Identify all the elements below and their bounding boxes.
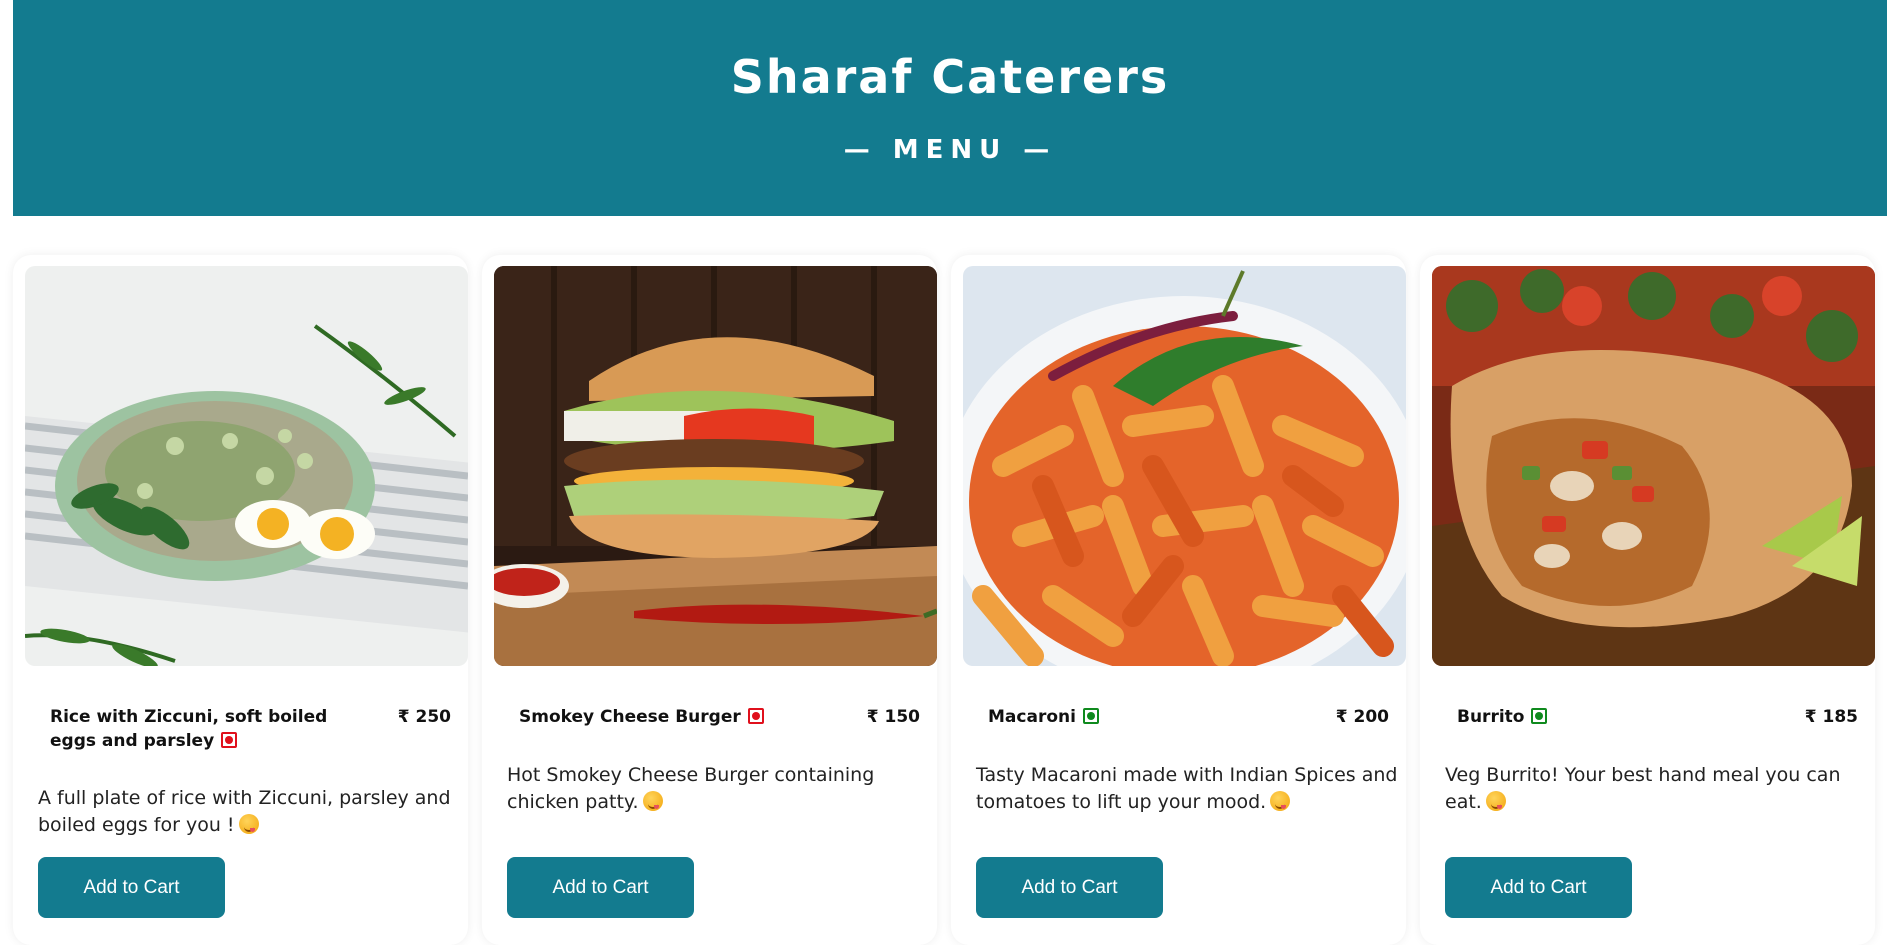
yum-emoji-icon: [238, 814, 259, 834]
veg-icon: [1531, 708, 1548, 724]
menu-card-burger: Smokey Cheese Burger ₹ 150 Hot Smokey Ch…: [482, 255, 937, 945]
item-price: ₹ 185: [1804, 707, 1858, 727]
add-to-cart-button[interactable]: Add to Cart: [1445, 857, 1632, 918]
yum-emoji-icon: [642, 791, 663, 811]
pasta-photo: [963, 266, 1406, 666]
menu-card-burrito: Burrito ₹ 185 Veg Burrito! Your best han…: [1420, 255, 1875, 945]
item-name: Smokey Cheese Burger: [519, 705, 819, 729]
menu-cards: Rice with Ziccuni, soft boiled eggs and …: [13, 255, 1887, 945]
site-title: Sharaf Caterers: [730, 50, 1170, 104]
menu-heading: — MENU —: [843, 135, 1057, 165]
rice-bowl-photo: [25, 266, 468, 666]
item-description: Hot Smokey Cheese Burger containing chic…: [507, 764, 875, 813]
add-to-cart-button[interactable]: Add to Cart: [976, 857, 1163, 918]
item-description: A full plate of rice with Ziccuni, parsl…: [38, 787, 451, 836]
burrito-photo: [1432, 266, 1875, 666]
menu-card-macaroni: Macaroni ₹ 200 Tasty Macaroni made with …: [951, 255, 1406, 945]
site-header: Sharaf Caterers — MENU —: [13, 0, 1887, 216]
veg-icon: [1082, 708, 1099, 724]
non-veg-icon: [747, 708, 764, 724]
item-name: Macaroni: [988, 705, 1288, 729]
item-name: Rice with Ziccuni, soft boiled eggs and …: [50, 707, 328, 751]
non-veg-icon: [221, 732, 238, 748]
item-price: ₹ 200: [1335, 707, 1389, 727]
item-name: Burrito: [1457, 705, 1757, 729]
burger-photo: [494, 266, 937, 666]
item-price: ₹ 150: [866, 707, 920, 727]
add-to-cart-button[interactable]: Add to Cart: [507, 857, 694, 918]
item-description: Veg Burrito! Your best hand meal you can…: [1445, 764, 1841, 813]
yum-emoji-icon: [1485, 791, 1506, 811]
add-to-cart-button[interactable]: Add to Cart: [38, 857, 225, 918]
item-price: ₹ 250: [397, 707, 451, 727]
yum-emoji-icon: [1270, 791, 1291, 811]
menu-card-rice: Rice with Ziccuni, soft boiled eggs and …: [13, 255, 468, 945]
item-description: Tasty Macaroni made with Indian Spices a…: [976, 764, 1398, 813]
